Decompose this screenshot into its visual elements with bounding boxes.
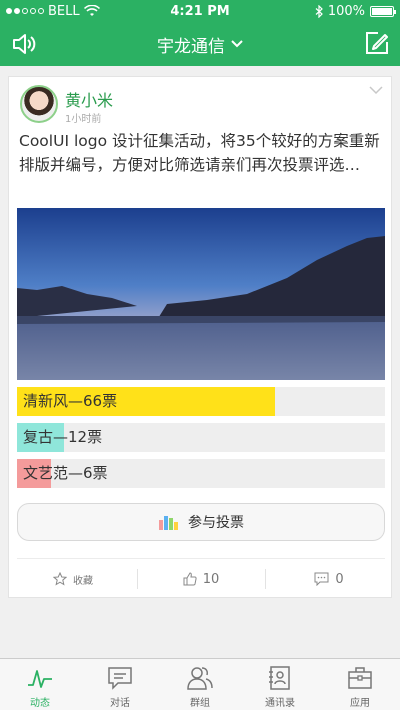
tab-bar: 动态 对话 群组 通讯录 应用 (0, 658, 400, 710)
chat-icon (108, 667, 132, 690)
group-icon (187, 667, 213, 690)
tab-label: 动态 (30, 698, 50, 709)
tab-chat[interactable]: 对话 (80, 659, 160, 710)
like-button[interactable]: 10 (137, 559, 265, 599)
status-time: 4:21 PM (170, 3, 230, 19)
favorite-label: 收藏 (73, 575, 93, 587)
post-time: 1小时前 (65, 114, 102, 125)
vote-button-label: 参与投票 (188, 515, 244, 531)
vote-option-label: 清新风—66票 (23, 392, 118, 410)
thumbs-up-icon (183, 572, 197, 586)
battery-icon (370, 5, 396, 17)
briefcase-icon (348, 667, 372, 689)
status-bar: BELL 4:21 PM 100% (0, 0, 400, 22)
header-title-dropdown[interactable]: 宇龙通信 (157, 32, 243, 57)
pulse-icon (28, 670, 52, 688)
post-actions: 收藏 10 0 (9, 559, 393, 599)
like-count: 10 (202, 571, 220, 587)
carrier-label: BELL (48, 3, 80, 19)
contacts-icon (269, 666, 290, 690)
avatar[interactable] (20, 85, 58, 123)
favorite-button[interactable]: 收藏 (9, 559, 137, 599)
signal-icon (6, 8, 44, 14)
author-name[interactable]: 黄小米 (65, 87, 113, 111)
bluetooth-icon (315, 4, 323, 18)
compose-icon[interactable] (364, 30, 390, 56)
post-image[interactable] (17, 208, 385, 380)
vote-option[interactable]: 文艺范—6票 (17, 459, 385, 488)
tab-groups[interactable]: 群组 (160, 659, 240, 710)
chevron-down-icon (231, 40, 243, 48)
tab-apps[interactable]: 应用 (320, 659, 400, 710)
nav-bar: 宇龙通信 (0, 22, 400, 66)
page-title: 宇龙通信 (157, 36, 225, 57)
vote-option-label: 复古—12票 (23, 428, 103, 446)
battery-percent: 100% (327, 3, 365, 19)
tab-label: 通讯录 (265, 698, 295, 709)
tab-label: 群组 (190, 698, 210, 709)
bar-chart-icon (159, 516, 178, 530)
comment-count: 0 (335, 571, 344, 587)
chevron-down-icon[interactable] (369, 85, 383, 95)
comment-icon (314, 572, 329, 586)
comment-button[interactable]: 0 (265, 559, 393, 599)
star-icon (53, 572, 67, 586)
tab-label: 对话 (110, 698, 130, 709)
join-vote-button[interactable]: 参与投票 (17, 503, 385, 541)
vote-option[interactable]: 清新风—66票 (17, 387, 385, 416)
tab-contacts[interactable]: 通讯录 (240, 659, 320, 710)
post-card: 黄小米 1小时前 CoolUI logo 设计征集活动，将35个较好的方案重新排… (8, 76, 392, 598)
vote-option-label: 文艺范—6票 (23, 464, 108, 482)
post-text: CoolUI logo 设计征集活动，将35个较好的方案重新排版并编号，方便对比… (19, 132, 380, 174)
tab-label: 应用 (350, 698, 370, 709)
vote-option[interactable]: 复古—12票 (17, 423, 385, 452)
tab-feed[interactable]: 动态 (0, 659, 80, 710)
wifi-icon (83, 5, 100, 16)
speaker-icon[interactable] (10, 30, 38, 58)
